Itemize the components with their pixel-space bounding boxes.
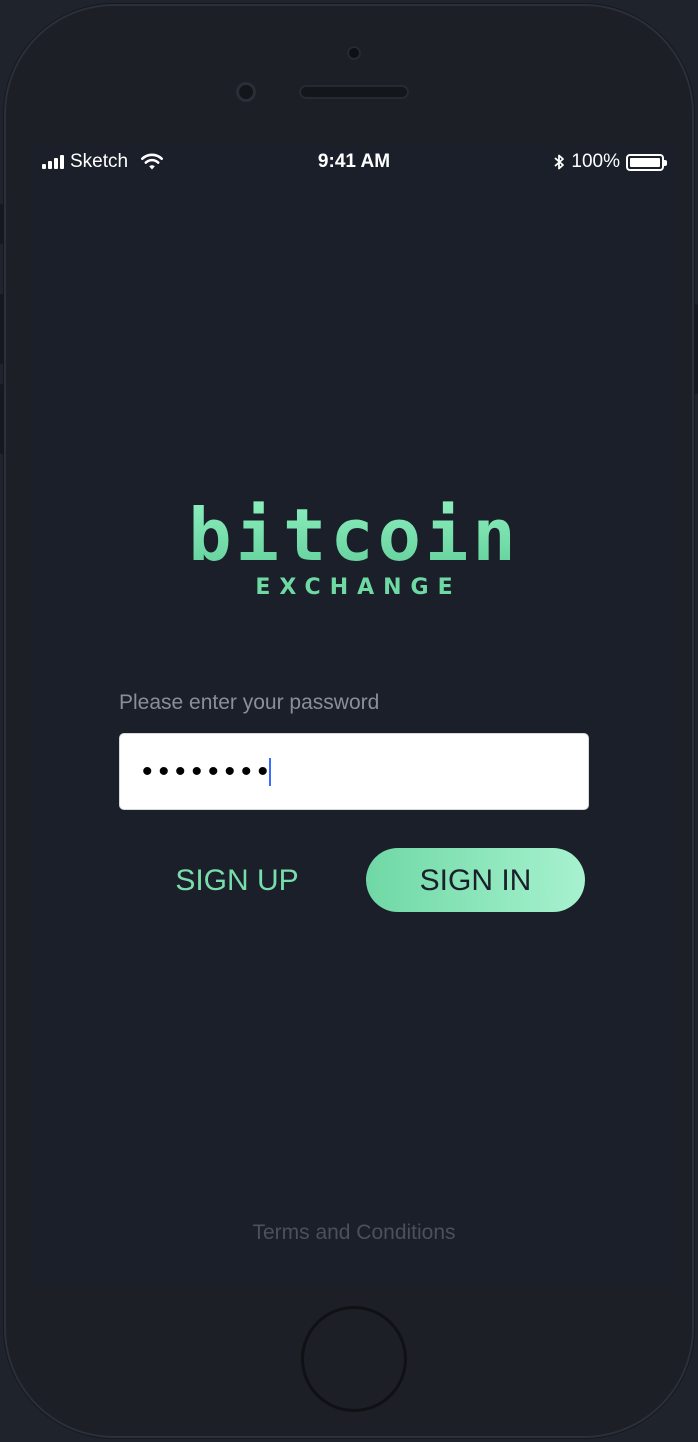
proximity-sensor: [347, 46, 361, 60]
terms-link[interactable]: Terms and Conditions: [32, 1221, 676, 1245]
app-logo: bitcoin EXCHANGE: [32, 495, 676, 600]
bluetooth-icon: [554, 154, 565, 170]
volume-up-button: [0, 294, 4, 364]
battery-percent: 100%: [571, 151, 620, 172]
app-screen: Sketch 9:41 AM 100% bitcoin EXCHANGE Ple…: [32, 145, 676, 1286]
earpiece-speaker: [299, 85, 409, 99]
front-camera: [236, 82, 256, 102]
password-masked-value: ••••••••: [142, 754, 275, 788]
sign-in-button[interactable]: SIGN IN: [366, 848, 585, 912]
power-button: [694, 304, 698, 394]
status-bar: Sketch 9:41 AM 100%: [32, 145, 676, 179]
password-field[interactable]: ••••••••: [119, 733, 589, 810]
volume-down-button: [0, 384, 4, 454]
status-right: 100%: [553, 151, 667, 173]
phone-frame: Sketch 9:41 AM 100% bitcoin EXCHANGE Ple…: [0, 4, 698, 1438]
logo-wordmark: bitcoin: [32, 495, 676, 575]
mute-switch: [0, 204, 4, 244]
password-label: Please enter your password: [119, 691, 380, 714]
text-cursor: [269, 757, 272, 786]
sign-up-button[interactable]: SIGN UP: [162, 848, 312, 912]
home-button[interactable]: [301, 1306, 407, 1412]
logo-subtitle: EXCHANGE: [255, 575, 462, 600]
battery-icon: [626, 153, 667, 171]
